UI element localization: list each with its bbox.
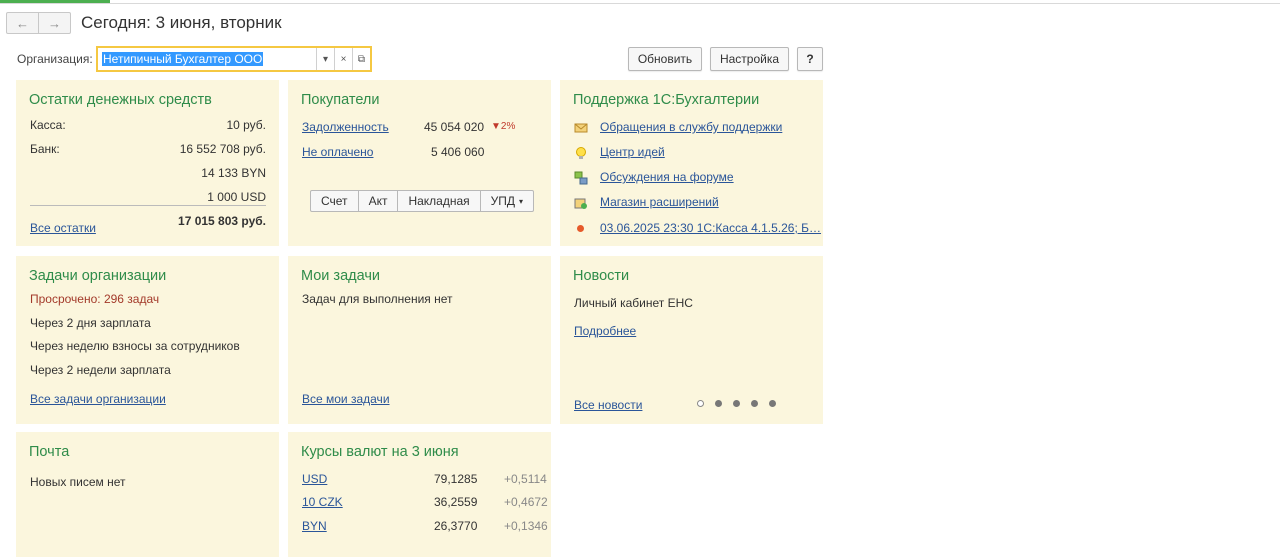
- buyers-title: Покупатели: [301, 92, 380, 108]
- org-value: Нетипичный Бухгалтер ООО: [102, 52, 264, 66]
- top-tabs-strip: [0, 0, 1280, 4]
- news-title: Новости: [573, 268, 630, 284]
- pager-dot[interactable]: [715, 400, 722, 407]
- news-more-link[interactable]: Подробнее: [574, 324, 636, 338]
- envelope-icon: [574, 123, 588, 133]
- cash-title: Остатки денежных средств: [29, 92, 212, 108]
- rates-panel: Курсы валют на 3 июня USD 79,1285 +0,511…: [288, 432, 551, 557]
- lightbulb-icon: [576, 147, 586, 159]
- red-dot-icon: [577, 225, 584, 232]
- page-header: ← → Сегодня: 3 июня, вторник: [6, 11, 282, 35]
- org-input[interactable]: Нетипичный Бухгалтер ООО: [98, 48, 316, 70]
- task-item: Через 2 недели зарплата: [30, 363, 171, 377]
- store-icon: [574, 198, 587, 209]
- mail-title: Почта: [29, 444, 70, 460]
- cash-panel: Остатки денежных средств Касса: 10 руб. …: [16, 80, 279, 246]
- open-window-icon: ⧉: [357, 53, 366, 65]
- my-tasks-panel: Мои задачи Задач для выполнения нет Все …: [288, 256, 551, 424]
- chevron-down-icon: ▾: [322, 53, 329, 65]
- all-balances-link[interactable]: Все остатки: [30, 221, 96, 235]
- close-icon: ×: [340, 53, 347, 65]
- rate-change: +0,5114: [504, 472, 547, 486]
- pager-dot[interactable]: [769, 400, 776, 407]
- overdue-text: Просрочено: 296 задач: [30, 292, 160, 306]
- back-button[interactable]: ←: [7, 13, 38, 33]
- all-news-link[interactable]: Все новости: [574, 398, 642, 412]
- create-doc-buttons: Счет Акт Накладная УПД ▾: [310, 190, 535, 212]
- debt-change: ▼2%: [491, 121, 516, 132]
- forward-button[interactable]: →: [38, 13, 70, 33]
- invoice-button[interactable]: Счет: [311, 191, 358, 211]
- upd-button[interactable]: УПД ▾: [479, 191, 533, 211]
- buyers-panel: Покупатели Задолженность 45 054 020 ▼2% …: [288, 80, 551, 246]
- news-headline: Личный кабинет ЕНС: [574, 296, 693, 310]
- refresh-button[interactable]: Обновить: [628, 47, 702, 71]
- history-nav: ← →: [6, 12, 71, 34]
- bank-label: Банк:: [30, 142, 60, 156]
- forum-icon: [574, 171, 588, 185]
- debt-value: 45 054 020: [424, 120, 485, 134]
- rate-change: +0,4672: [504, 495, 548, 509]
- kassa-value: 10 руб.: [226, 118, 266, 132]
- arrow-right-icon: →: [48, 15, 61, 31]
- org-tasks-title: Задачи организации: [29, 268, 167, 284]
- total-divider: [30, 205, 266, 206]
- act-button[interactable]: Акт: [357, 191, 398, 211]
- unpaid-value: 5 406 060: [431, 145, 485, 159]
- rate-value: 26,3770: [434, 519, 478, 533]
- settings-button[interactable]: Настройка: [710, 47, 789, 71]
- rate-code-link[interactable]: USD: [302, 472, 327, 486]
- page-title: Сегодня: 3 июня, вторник: [81, 13, 282, 32]
- news-panel: Новости Личный кабинет ЕНС Подробнее Все…: [560, 256, 823, 424]
- bank-value-usd: 1 000 USD: [207, 190, 266, 204]
- rate-value: 36,2559: [434, 495, 478, 509]
- ideas-center-link[interactable]: Центр идей: [600, 145, 665, 159]
- task-item: Через 2 дня зарплата: [30, 316, 151, 330]
- org-tasks-panel: Задачи организации Просрочено: 296 задач…: [16, 256, 279, 424]
- support-title: Поддержка 1С:Бухгалтерии: [573, 92, 760, 108]
- rate-code-link[interactable]: BYN: [302, 519, 327, 533]
- debt-link[interactable]: Задолженность: [302, 120, 389, 134]
- news-pager: [697, 400, 787, 407]
- extensions-store-link[interactable]: Магазин расширений: [600, 195, 719, 209]
- rate-value: 79,1285: [434, 472, 478, 486]
- org-clear-button[interactable]: ×: [334, 48, 352, 70]
- org-select[interactable]: Нетипичный Бухгалтер ООО ▾ × ⧉: [96, 46, 372, 72]
- release-news-link[interactable]: 03.06.2025 23:30 1С:Касса 4.1.5.26; Б…: [600, 221, 821, 235]
- rates-title: Курсы валют на 3 июня: [301, 444, 459, 460]
- waybill-button[interactable]: Накладная: [397, 191, 479, 211]
- org-dropdown-button[interactable]: ▾: [316, 48, 334, 70]
- all-org-tasks-link[interactable]: Все задачи организации: [30, 392, 166, 406]
- bank-value-rub: 16 552 708 руб.: [179, 142, 266, 156]
- mail-empty: Новых писем нет: [30, 475, 126, 489]
- task-item: Через неделю взносы за сотрудников: [30, 339, 240, 353]
- support-panel: Поддержка 1С:Бухгалтерии Обращения в слу…: [560, 80, 823, 246]
- unpaid-link[interactable]: Не оплачено: [302, 145, 373, 159]
- arrow-left-icon: ←: [16, 15, 29, 31]
- kassa-label: Касса:: [30, 118, 66, 132]
- my-tasks-empty: Задач для выполнения нет: [302, 292, 453, 306]
- upd-label: УПД: [490, 194, 516, 208]
- support-request-link[interactable]: Обращения в службу поддержки: [600, 120, 782, 134]
- cash-total: 17 015 803 руб.: [178, 214, 266, 228]
- active-tab-indicator: [0, 0, 110, 3]
- pager-dot-active[interactable]: [697, 400, 704, 407]
- org-open-button[interactable]: ⧉: [352, 48, 370, 70]
- help-button[interactable]: ?: [797, 47, 823, 71]
- all-my-tasks-link[interactable]: Все мои задачи: [302, 392, 390, 406]
- my-tasks-title: Мои задачи: [301, 268, 381, 284]
- pager-dot[interactable]: [751, 400, 758, 407]
- org-label: Организация:: [17, 52, 93, 66]
- rate-code-link[interactable]: 10 CZK: [302, 495, 343, 509]
- rate-change: +0,1346: [504, 519, 548, 533]
- forum-link[interactable]: Обсуждения на форуме: [600, 170, 734, 184]
- pager-dot[interactable]: [733, 400, 740, 407]
- bank-value-byn: 14 133 BYN: [201, 166, 266, 180]
- mail-panel: Почта Новых писем нет: [16, 432, 279, 557]
- chevron-down-icon: ▾: [519, 196, 524, 206]
